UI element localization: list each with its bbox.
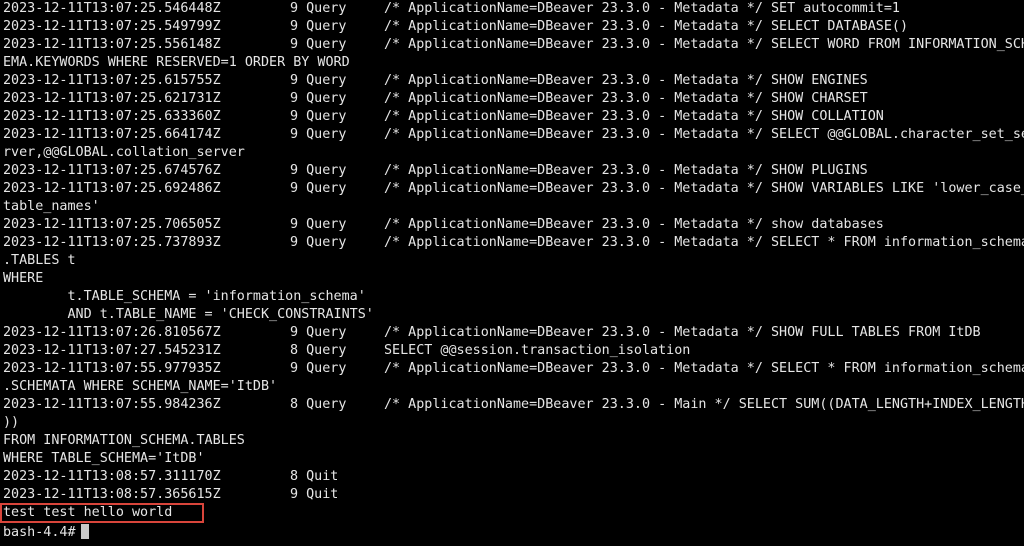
log-command: 8 Quit <box>290 469 339 484</box>
log-command: 9 Query <box>290 91 347 106</box>
log-line: FROM INFORMATION_SCHEMA.TABLES <box>3 432 1024 450</box>
log-line: 2023-12-11T13:07:25.621731Z 9 Query /* App… <box>3 90 1024 108</box>
log-line: 2023-12-11T13:07:25.633360Z 9 Query /* App… <box>3 108 1024 126</box>
log-command: 9 Query <box>290 235 347 250</box>
log-continuation: .SCHEMATA WHERE SCHEMA_NAME='ItDB' <box>3 379 278 394</box>
log-line: EMA.KEYWORDS WHERE RESERVED=1 ORDER BY W… <box>3 54 1024 72</box>
log-continuation: .TABLES t <box>3 253 76 268</box>
log-continuation: table_names' <box>3 199 100 214</box>
log-line: 2023-12-11T13:08:57.311170Z 8 Quit <box>3 468 1024 486</box>
log-timestamp: 2023-12-11T13:07:25.664174Z <box>3 127 221 142</box>
log-continuation: WHERE TABLE_SCHEMA='ItDB' <box>3 451 205 466</box>
log-line: WHERE TABLE_SCHEMA='ItDB' <box>3 450 1024 468</box>
log-timestamp: 2023-12-11T13:07:25.737893Z <box>3 235 221 250</box>
log-command: 9 Query <box>290 1 347 16</box>
log-command: 9 Query <box>290 73 347 88</box>
log-line: rver,@@GLOBAL.collation_server <box>3 144 1024 162</box>
log-timestamp: 2023-12-11T13:07:27.545231Z <box>3 343 221 358</box>
log-command: 8 Query <box>290 343 347 358</box>
log-argument: /* ApplicationName=DBeaver 23.3.0 - Meta… <box>384 163 868 178</box>
log-line: WHERE <box>3 270 1024 288</box>
terminal-output: 2023-12-11T13:07:25.546448Z 9 Query /* App… <box>3 0 1024 522</box>
log-timestamp: 2023-12-11T13:07:25.706505Z <box>3 217 221 232</box>
log-argument: /* ApplicationName=DBeaver 23.3.0 - Meta… <box>384 235 1024 250</box>
log-timestamp: 2023-12-11T13:07:25.633360Z <box>3 109 221 124</box>
log-command: 9 Query <box>290 127 347 142</box>
log-line: test test hello world <box>3 504 1024 522</box>
log-line: 2023-12-11T13:07:55.984236Z 8 Query /* App… <box>3 396 1024 414</box>
log-timestamp: 2023-12-11T13:07:25.674576Z <box>3 163 221 178</box>
log-timestamp: 2023-12-11T13:07:25.549799Z <box>3 19 221 34</box>
text-cursor <box>80 524 89 539</box>
log-line: t.TABLE_SCHEMA = 'information_schema' <box>3 288 1024 306</box>
log-line: table_names' <box>3 198 1024 216</box>
log-timestamp: 2023-12-11T13:07:25.615755Z <box>3 73 221 88</box>
log-argument: /* ApplicationName=DBeaver 23.3.0 - Meta… <box>384 1 900 16</box>
log-timestamp: 2023-12-11T13:07:25.546448Z <box>3 1 221 16</box>
log-continuation: EMA.KEYWORDS WHERE RESERVED=1 ORDER BY W… <box>3 55 350 70</box>
log-command: 9 Query <box>290 19 347 34</box>
log-line: 2023-12-11T13:07:25.615755Z 9 Query /* App… <box>3 72 1024 90</box>
log-continuation: rver,@@GLOBAL.collation_server <box>3 145 245 160</box>
log-line: 2023-12-11T13:07:25.706505Z 9 Query /* App… <box>3 216 1024 234</box>
log-continuation: t.TABLE_SCHEMA = 'information_schema' <box>3 289 366 304</box>
log-argument: /* ApplicationName=DBeaver 23.3.0 - Meta… <box>384 127 1024 142</box>
shell-prompt: bash-4.4# <box>3 525 76 540</box>
log-continuation: WHERE <box>3 271 44 286</box>
log-line: )) <box>3 414 1024 432</box>
log-command: 8 Query <box>290 397 347 412</box>
log-line: .TABLES t <box>3 252 1024 270</box>
log-line: 2023-12-11T13:07:25.692486Z 9 Query /* App… <box>3 180 1024 198</box>
log-line: 2023-12-11T13:07:25.549799Z 9 Query /* App… <box>3 18 1024 36</box>
log-argument: /* ApplicationName=DBeaver 23.3.0 - Meta… <box>384 37 1024 52</box>
prompt-line[interactable]: bash-4.4# <box>3 523 89 543</box>
log-continuation: FROM INFORMATION_SCHEMA.TABLES <box>3 433 245 448</box>
log-command: 9 Query <box>290 325 347 340</box>
log-argument: /* ApplicationName=DBeaver 23.3.0 - Main… <box>384 397 1024 412</box>
log-command: 9 Query <box>290 217 347 232</box>
log-line: 2023-12-11T13:07:27.545231Z 8 Query SELECT… <box>3 342 1024 360</box>
log-timestamp: 2023-12-11T13:07:25.556148Z <box>3 37 221 52</box>
log-argument: /* ApplicationName=DBeaver 23.3.0 - Meta… <box>384 325 981 340</box>
log-argument: /* ApplicationName=DBeaver 23.3.0 - Meta… <box>384 91 868 106</box>
log-continuation: test test hello world <box>3 505 173 520</box>
log-continuation: )) <box>3 415 20 430</box>
terminal-window[interactable]: 2023-12-11T13:07:25.546448Z 9 Query /* App… <box>0 0 1024 546</box>
log-line: 2023-12-11T13:07:25.674576Z 9 Query /* App… <box>3 162 1024 180</box>
log-line: 2023-12-11T13:07:55.977935Z 9 Query /* App… <box>3 360 1024 378</box>
log-timestamp: 2023-12-11T13:08:57.311170Z <box>3 469 221 484</box>
log-command: 9 Query <box>290 181 347 196</box>
log-line: 2023-12-11T13:07:26.810567Z 9 Query /* App… <box>3 324 1024 342</box>
log-line: 2023-12-11T13:07:25.556148Z 9 Query /* App… <box>3 36 1024 54</box>
log-argument: /* ApplicationName=DBeaver 23.3.0 - Meta… <box>384 181 1024 196</box>
log-argument: /* ApplicationName=DBeaver 23.3.0 - Meta… <box>384 109 884 124</box>
log-command: 9 Query <box>290 163 347 178</box>
log-argument: /* ApplicationName=DBeaver 23.3.0 - Meta… <box>384 73 868 88</box>
log-command: 9 Query <box>290 37 347 52</box>
log-continuation: AND t.TABLE_NAME = 'CHECK_CONSTRAINTS' <box>3 307 374 322</box>
log-line: 2023-12-11T13:07:25.546448Z 9 Query /* App… <box>3 0 1024 18</box>
log-timestamp: 2023-12-11T13:08:57.365615Z <box>3 487 221 502</box>
log-line: AND t.TABLE_NAME = 'CHECK_CONSTRAINTS' <box>3 306 1024 324</box>
log-timestamp: 2023-12-11T13:07:55.977935Z <box>3 361 221 376</box>
log-argument: /* ApplicationName=DBeaver 23.3.0 - Meta… <box>384 217 884 232</box>
log-command: 9 Quit <box>290 487 339 502</box>
log-argument: /* ApplicationName=DBeaver 23.3.0 - Meta… <box>384 19 909 34</box>
log-timestamp: 2023-12-11T13:07:26.810567Z <box>3 325 221 340</box>
log-timestamp: 2023-12-11T13:07:55.984236Z <box>3 397 221 412</box>
log-argument: /* ApplicationName=DBeaver 23.3.0 - Meta… <box>384 361 1024 376</box>
log-command: 9 Query <box>290 109 347 124</box>
log-line: 2023-12-11T13:07:25.664174Z 9 Query /* App… <box>3 126 1024 144</box>
log-line: .SCHEMATA WHERE SCHEMA_NAME='ItDB' <box>3 378 1024 396</box>
log-line: 2023-12-11T13:08:57.365615Z 9 Quit <box>3 486 1024 504</box>
log-command: 9 Query <box>290 361 347 376</box>
log-timestamp: 2023-12-11T13:07:25.692486Z <box>3 181 221 196</box>
log-timestamp: 2023-12-11T13:07:25.621731Z <box>3 91 221 106</box>
log-line: 2023-12-11T13:07:25.737893Z 9 Query /* App… <box>3 234 1024 252</box>
log-argument: SELECT @@session.transaction_isolation <box>384 343 691 358</box>
